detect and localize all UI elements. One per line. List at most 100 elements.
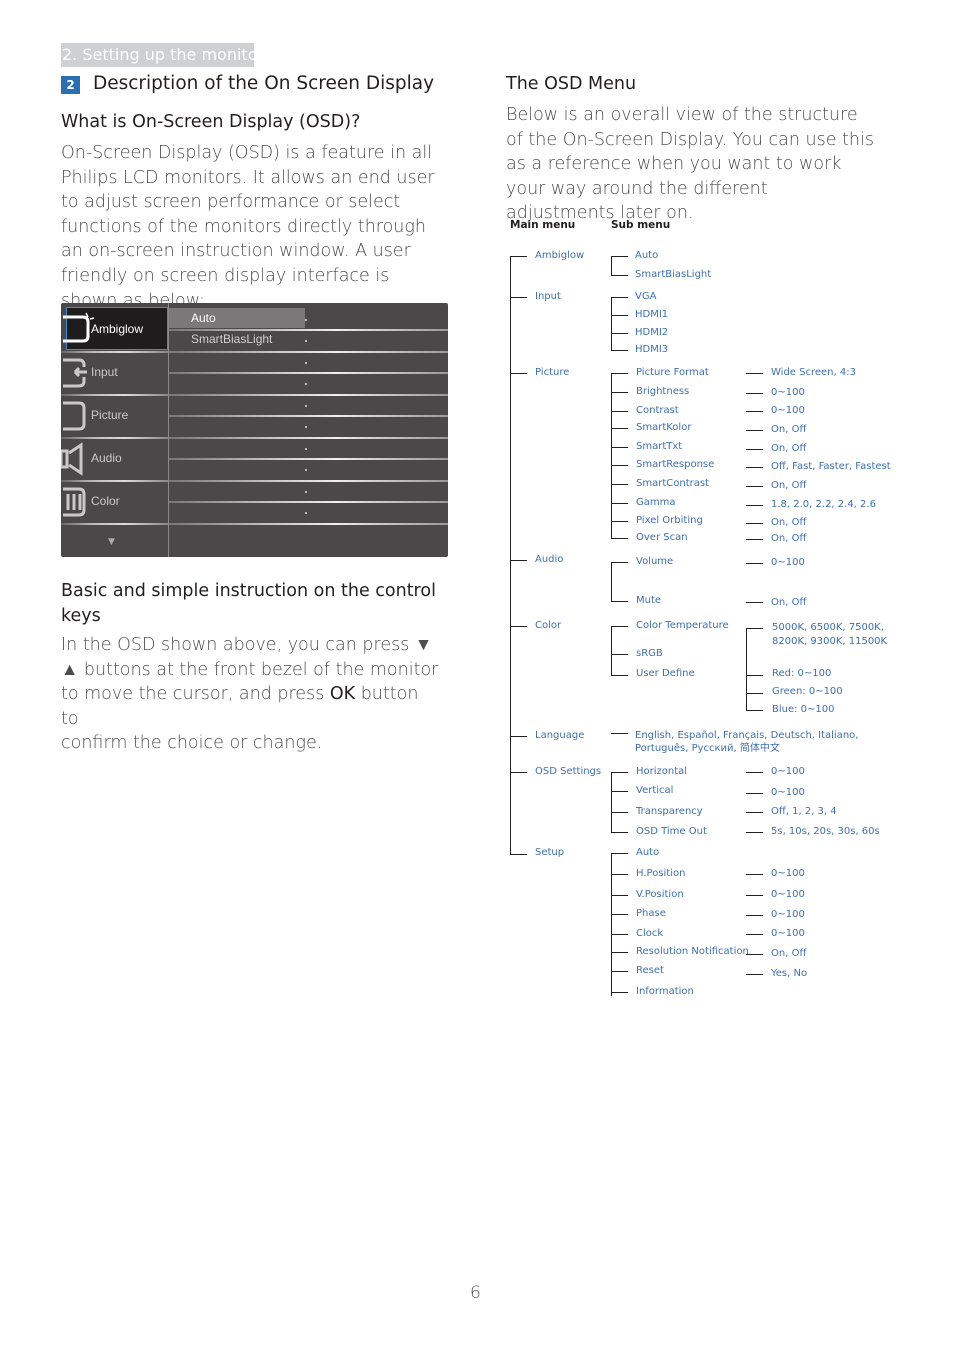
tree-value-branch bbox=[746, 874, 763, 875]
color-temp-values: 5000K, 6500K, 7500K, bbox=[772, 622, 884, 633]
sub-menu-header: Sub menu bbox=[611, 219, 671, 231]
sub-item: SmartKolor bbox=[636, 422, 692, 433]
sub-item: Pixel Orbiting bbox=[636, 515, 703, 526]
tree-branch bbox=[611, 350, 628, 351]
tree-sub-trunk bbox=[611, 297, 612, 351]
sub-item: Volume bbox=[636, 556, 674, 567]
tree-branch bbox=[611, 428, 628, 429]
tree-branch bbox=[510, 854, 527, 855]
osd-row-line bbox=[169, 329, 448, 331]
sub-item: VGA bbox=[635, 291, 657, 302]
sub-item-value: 0~100 bbox=[771, 909, 805, 920]
osd-screenshot: Ambiglow Input Picture Audio Color ▼ Aut… bbox=[61, 303, 448, 557]
sub-item-value: On, Off bbox=[771, 948, 807, 959]
sub-item: Transparency bbox=[636, 806, 703, 817]
language-values: Português, Русский, 简体中文 bbox=[635, 743, 780, 754]
sub-item: Vertical bbox=[636, 785, 674, 796]
main-menu-picture: Picture bbox=[535, 367, 570, 378]
tree-value-branch bbox=[746, 411, 763, 412]
sub-item-value: 0~100 bbox=[771, 766, 805, 777]
sub-item-value: 0~100 bbox=[771, 787, 805, 798]
text-run: to move the cursor, and press bbox=[61, 684, 330, 705]
tree-value-branch bbox=[746, 393, 763, 394]
tree-sub-trunk bbox=[611, 256, 612, 276]
control-keys-heading: Basic and simple instruction on the cont… bbox=[61, 581, 436, 626]
tree-value-branch bbox=[746, 710, 763, 711]
tree-branch bbox=[510, 736, 527, 737]
scroll-down-arrow-icon[interactable]: ▼ bbox=[108, 537, 115, 547]
osd-value-dot bbox=[305, 340, 307, 342]
tree-value-branch bbox=[746, 449, 763, 450]
tree-branch bbox=[510, 297, 527, 298]
sub-item-value: Off, 1, 2, 3, 4 bbox=[771, 806, 837, 817]
tree-branch bbox=[611, 333, 628, 334]
control-keys-line: ▲ buttons at the front bezel of the moni… bbox=[61, 659, 439, 680]
tree-value-trunk bbox=[746, 628, 747, 711]
tree-branch bbox=[611, 392, 628, 393]
osd-question-heading: What is On-Screen Display (OSD)? bbox=[61, 112, 361, 132]
osd-row-line bbox=[169, 480, 448, 482]
picture-icon bbox=[63, 401, 86, 431]
tree-sub-trunk bbox=[611, 772, 612, 833]
osd-menu-intro: Below is an overall view of the structur… bbox=[506, 105, 874, 224]
osd-value-dot bbox=[305, 383, 307, 385]
tree-branch bbox=[611, 971, 628, 972]
sub-item: Auto bbox=[635, 250, 659, 261]
tree-branch bbox=[611, 521, 628, 522]
osd-row-line bbox=[169, 523, 448, 525]
osd-main-item-audio[interactable]: Audio bbox=[91, 451, 122, 465]
sub-item: Over Scan bbox=[636, 532, 688, 543]
color-icon bbox=[63, 487, 86, 517]
osd-row-line bbox=[169, 351, 448, 353]
tree-value-branch bbox=[746, 628, 763, 629]
sub-item-value: 0~100 bbox=[771, 557, 805, 568]
osd-separator bbox=[61, 394, 168, 396]
osd-main-item-input[interactable]: Input bbox=[91, 365, 118, 379]
osd-sub-item-auto[interactable]: Auto bbox=[191, 311, 216, 325]
user-define-value: Blue: 0~100 bbox=[772, 704, 835, 715]
osd-sub-item-smartbiaslight[interactable]: SmartBiasLight bbox=[191, 332, 272, 346]
tree-value-branch bbox=[746, 563, 763, 564]
sub-item: Information bbox=[636, 986, 694, 997]
tree-branch bbox=[611, 538, 628, 539]
osd-menu-heading: The OSD Menu bbox=[506, 74, 637, 94]
tree-value-branch bbox=[746, 793, 763, 794]
tree-sub-trunk bbox=[611, 562, 612, 602]
osd-row-line bbox=[169, 372, 448, 374]
sub-item: V.Position bbox=[636, 889, 684, 900]
tree-branch bbox=[611, 626, 628, 627]
osd-value-dot bbox=[305, 426, 307, 428]
tree-branch bbox=[611, 934, 628, 935]
tree-branch bbox=[611, 791, 628, 792]
color-temp-values: 8200K, 9300K, 11500K bbox=[772, 636, 888, 647]
user-define-value: Green: 0~100 bbox=[772, 686, 843, 697]
osd-row-line bbox=[169, 437, 448, 439]
sub-item-value: Off, Fast, Faster, Fastest bbox=[771, 461, 891, 472]
osd-main-item-picture[interactable]: Picture bbox=[91, 408, 128, 422]
ambiglow-icon bbox=[63, 312, 95, 343]
osd-row-line bbox=[169, 458, 448, 460]
sub-item: SmartContrast bbox=[636, 478, 709, 489]
tree-branch bbox=[510, 373, 527, 374]
tree-branch bbox=[611, 275, 628, 276]
sub-item: H.Position bbox=[636, 868, 686, 879]
sub-item-value: On, Off bbox=[771, 597, 807, 608]
sub-item: User Define bbox=[636, 668, 695, 679]
main-menu-input: Input bbox=[535, 291, 561, 302]
ok-key-label: OK bbox=[329, 684, 356, 705]
tree-value-branch bbox=[746, 467, 763, 468]
sub-item: Contrast bbox=[636, 405, 679, 416]
tree-branch bbox=[611, 895, 628, 896]
input-icon bbox=[63, 358, 87, 388]
tree-branch bbox=[510, 626, 527, 627]
tree-branch bbox=[611, 465, 628, 466]
tree-value-branch bbox=[746, 539, 763, 540]
osd-main-item-color[interactable]: Color bbox=[91, 494, 120, 508]
control-keys-line: to move the cursor, and press OK button … bbox=[61, 682, 441, 731]
tree-value-branch bbox=[746, 812, 763, 813]
tree-value-branch bbox=[746, 602, 763, 603]
sub-item: SmartTxt bbox=[636, 441, 683, 452]
tree-trunk bbox=[510, 256, 511, 855]
osd-intro-paragraph: On-Screen Display (OSD) is a feature in … bbox=[61, 143, 435, 311]
sub-item-value: On, Off bbox=[771, 480, 807, 491]
